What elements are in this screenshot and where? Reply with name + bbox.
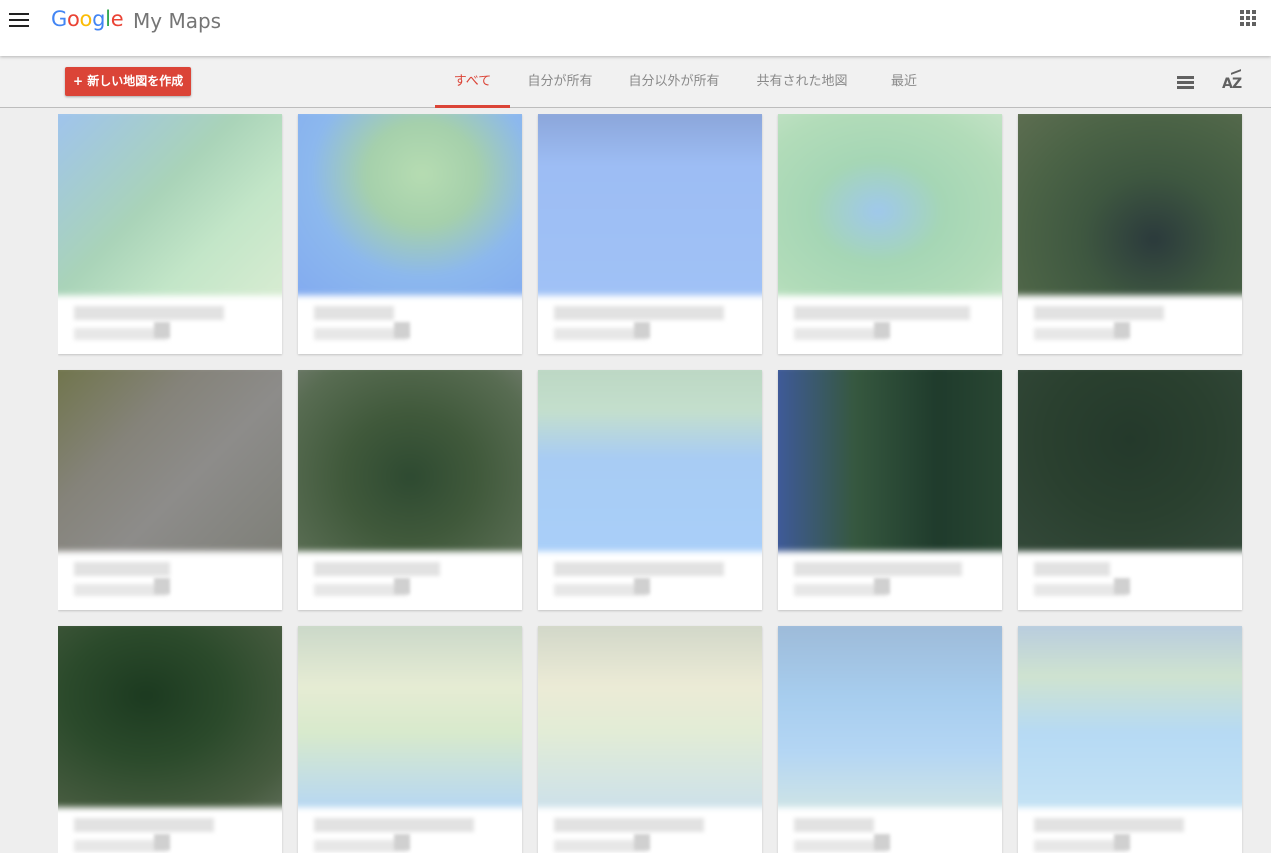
map-thumbnail — [538, 114, 762, 296]
map-title-placeholder — [554, 818, 704, 832]
map-thumbnail — [1018, 114, 1242, 296]
owner-icon — [874, 834, 890, 850]
map-thumbnail — [58, 114, 282, 296]
map-thumbnail — [298, 370, 522, 552]
map-card[interactable] — [58, 370, 282, 610]
map-card[interactable] — [778, 114, 1002, 354]
map-card[interactable] — [538, 370, 762, 610]
map-card[interactable] — [298, 114, 522, 354]
map-title-placeholder — [74, 306, 224, 320]
map-thumbnail — [58, 626, 282, 808]
tab-owned-by-others[interactable]: 自分以外が所有 — [617, 56, 731, 108]
map-thumbnail — [298, 114, 522, 296]
map-thumbnail — [538, 370, 762, 552]
map-card[interactable] — [1018, 626, 1242, 853]
owner-icon — [1114, 578, 1130, 594]
owner-icon — [154, 578, 170, 594]
map-card[interactable] — [298, 626, 522, 853]
create-map-button[interactable]: + 新しい地図を作成 — [65, 67, 192, 96]
owner-icon — [634, 578, 650, 594]
list-view-icon[interactable] — [1177, 76, 1194, 89]
owner-icon — [394, 322, 410, 338]
owner-icon — [1114, 834, 1130, 850]
owner-icon — [1114, 322, 1130, 338]
tab-recent[interactable]: 最近 — [880, 56, 928, 108]
map-thumbnail — [1018, 626, 1242, 808]
map-card[interactable] — [1018, 370, 1242, 610]
map-card[interactable] — [298, 370, 522, 610]
map-card[interactable] — [538, 114, 762, 354]
owner-icon — [154, 834, 170, 850]
map-title-placeholder — [1034, 306, 1164, 320]
map-card[interactable] — [778, 626, 1002, 853]
tab-owned-by-me[interactable]: 自分が所有 — [520, 56, 600, 108]
map-card[interactable] — [58, 114, 282, 354]
tab-all[interactable]: すべて — [435, 56, 510, 108]
toolbar: + 新しい地図を作成 すべて 自分が所有 自分以外が所有 共有された地図 最近 … — [0, 56, 1271, 108]
product-name: My Maps — [133, 9, 222, 33]
google-logo: Google — [51, 7, 124, 31]
map-thumbnail — [58, 370, 282, 552]
map-title-placeholder — [314, 562, 440, 576]
map-card[interactable] — [538, 626, 762, 853]
map-card[interactable] — [778, 370, 1002, 610]
map-title-placeholder — [314, 818, 474, 832]
map-title-placeholder — [554, 562, 724, 576]
map-title-placeholder — [1034, 562, 1110, 576]
owner-icon — [154, 322, 170, 338]
map-title-placeholder — [314, 306, 394, 320]
map-card[interactable] — [1018, 114, 1242, 354]
owner-icon — [394, 578, 410, 594]
owner-icon — [874, 322, 890, 338]
owner-icon — [874, 578, 890, 594]
owner-icon — [634, 322, 650, 338]
map-thumbnail — [538, 626, 762, 808]
map-thumbnail — [1018, 370, 1242, 552]
map-thumbnail — [778, 626, 1002, 808]
map-title-placeholder — [1034, 818, 1184, 832]
map-thumbnail — [298, 626, 522, 808]
owner-icon — [634, 834, 650, 850]
map-thumbnail — [778, 370, 1002, 552]
map-title-placeholder — [794, 818, 874, 832]
sort-az-icon[interactable]: AZ — [1222, 69, 1244, 94]
owner-icon — [394, 834, 410, 850]
map-title-placeholder — [554, 306, 724, 320]
map-title-placeholder — [74, 818, 214, 832]
map-title-placeholder — [74, 562, 170, 576]
app-bar: Google My Maps — [0, 0, 1271, 56]
map-card[interactable] — [58, 626, 282, 853]
map-title-placeholder — [794, 562, 962, 576]
tab-shared-maps[interactable]: 共有された地図 — [746, 56, 858, 108]
map-title-placeholder — [794, 306, 970, 320]
apps-icon[interactable] — [1240, 10, 1257, 27]
map-thumbnail — [778, 114, 1002, 296]
map-grid — [58, 114, 1248, 853]
menu-icon[interactable] — [9, 13, 29, 29]
